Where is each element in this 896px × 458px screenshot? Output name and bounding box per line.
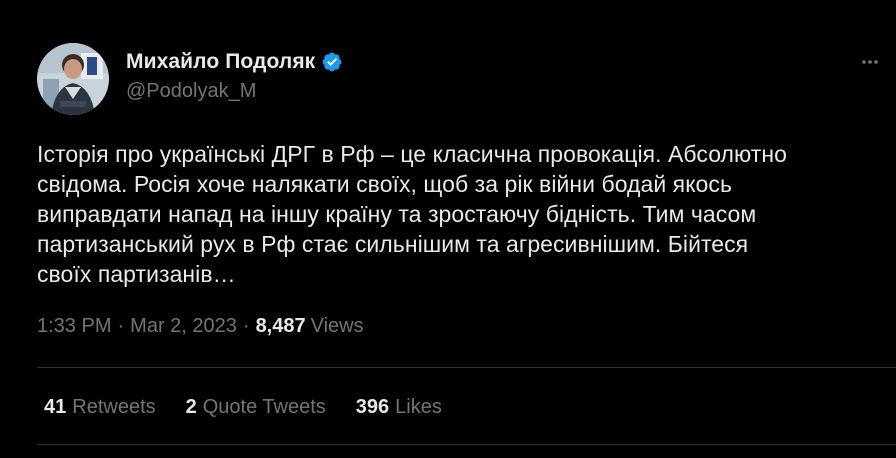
avatar[interactable] xyxy=(37,43,109,115)
more-options-icon[interactable] xyxy=(856,48,884,76)
views-count: 8,487 xyxy=(255,315,306,337)
author-handle[interactable]: @Podolyak_M xyxy=(126,80,343,103)
avatar-image xyxy=(37,43,109,115)
tweet-text: Історія про українські ДРГ в Рф – це кла… xyxy=(37,141,787,287)
retweets-label: Retweets xyxy=(72,396,156,418)
verified-badge-icon[interactable] xyxy=(321,51,343,73)
views-label: Views xyxy=(310,315,364,337)
likes-stat[interactable]: 396 Likes xyxy=(356,396,442,419)
author-names: Михайло Подоляк @Podolyak_M xyxy=(126,49,343,103)
author-display-name[interactable]: Михайло Подоляк xyxy=(126,50,315,74)
quote-tweets-label: Quote Tweets xyxy=(202,396,326,418)
tweet-time[interactable]: 1:33 PM xyxy=(37,315,111,338)
display-name-row: Михайло Подоляк xyxy=(126,49,343,75)
quote-tweets-count: 2 xyxy=(185,396,197,418)
tweet: Михайло Подоляк @Podolyak_M Історія про … xyxy=(0,0,896,458)
retweets-count: 41 xyxy=(44,396,67,418)
tweet-header: Михайло Подоляк @Podolyak_M xyxy=(37,43,343,115)
divider xyxy=(37,444,896,445)
likes-label: Likes xyxy=(395,396,442,418)
meta-separator: · xyxy=(242,315,250,337)
likes-count: 396 xyxy=(355,396,390,418)
retweets-stat[interactable]: 41 Retweets xyxy=(44,396,156,419)
meta-separator: · xyxy=(117,315,125,337)
tweet-stats: 41 Retweets 2 Quote Tweets 396 Likes xyxy=(44,396,472,419)
tweet-date[interactable]: Mar 2, 2023 xyxy=(130,315,237,338)
tweet-meta: 1:33 PM · Mar 2, 2023 · 8,487 Views xyxy=(37,315,364,338)
quote-tweets-stat[interactable]: 2 Quote Tweets xyxy=(186,396,326,419)
divider xyxy=(37,367,896,368)
